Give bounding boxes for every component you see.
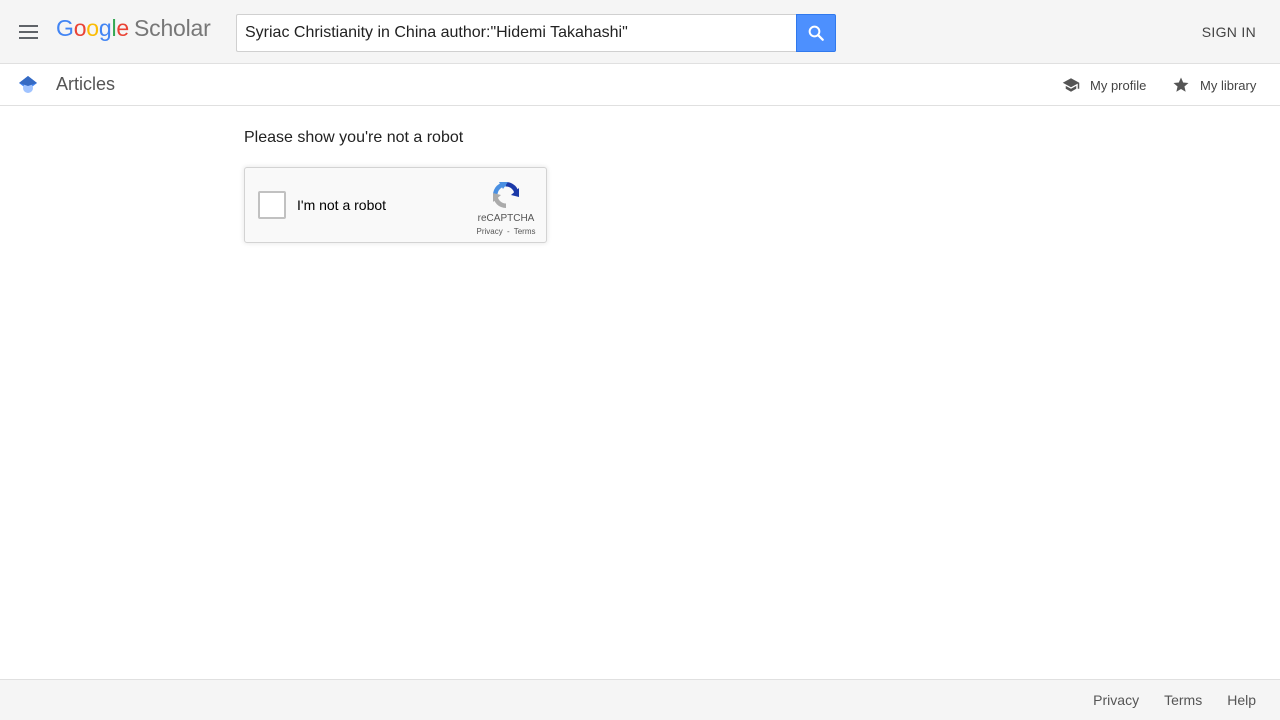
recaptcha-terms-link[interactable]: Terms [514,227,536,236]
star-icon [1173,77,1189,92]
recaptcha-links: Privacy - Terms [467,227,545,236]
scholar-cap-icon [19,76,37,93]
logo-product-name: Scholar [134,15,211,41]
recaptcha-checkbox[interactable] [258,191,286,219]
footer-help-link[interactable]: Help [1227,692,1256,708]
recaptcha-brand: reCAPTCHA [477,213,535,224]
recaptcha-separator: - [506,227,510,236]
my-library-label: My library [1200,77,1257,93]
sign-in-button[interactable]: SIGN IN [1202,24,1256,40]
search-button[interactable] [796,14,836,52]
logo-letter: g [98,15,112,41]
logo-letter: e [116,15,129,41]
section-title[interactable]: Articles [56,74,115,95]
search-icon [808,25,824,41]
footer-links: Privacy Terms Help [1093,692,1256,708]
recaptcha-widget: I'm not a robot reCAPTCHA Privacy - Term… [244,167,547,243]
graduation-cap-icon [1062,78,1080,92]
google-scholar-logo[interactable]: Go o g l e Scholar [56,15,211,47]
logo-letter: o [86,15,99,41]
my-library-link[interactable]: My library [1172,75,1256,95]
recaptcha-label: I'm not a robot [297,197,387,213]
top-bar: GoogleScholar SIGN IN [0,0,1280,64]
menu-icon[interactable] [14,18,42,46]
footer-privacy-link[interactable]: Privacy [1093,692,1139,708]
sub-bar: Articles My profile My library [0,64,1280,106]
robot-check-prompt: Please show you're not a robot [244,129,464,146]
logo-letter: G [56,15,74,41]
footer: Privacy Terms Help [0,679,1280,720]
logo-letter: o [73,15,87,41]
recaptcha-privacy-link[interactable]: Privacy [477,227,503,236]
footer-terms-link[interactable]: Terms [1164,692,1202,708]
my-profile-link[interactable]: My profile [1062,75,1146,95]
search-input[interactable] [236,14,797,52]
my-profile-label: My profile [1090,77,1147,93]
recaptcha-logo-icon [493,182,519,208]
